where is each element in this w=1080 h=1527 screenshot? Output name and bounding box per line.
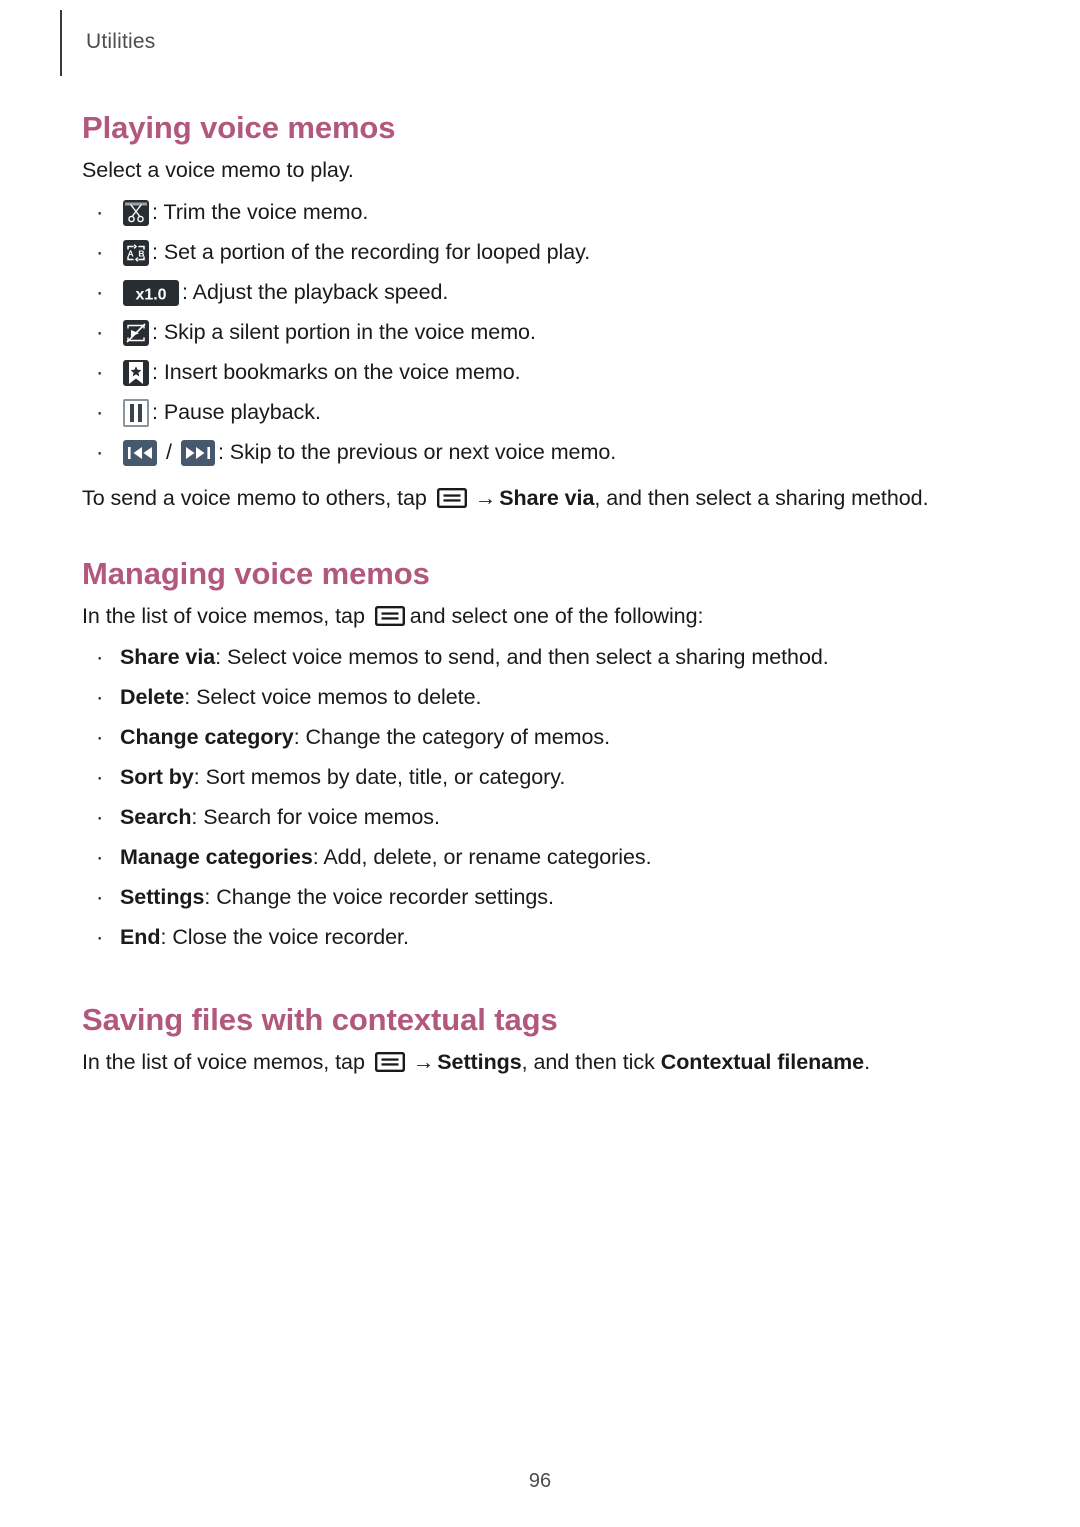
running-header-title: Utilities [86, 29, 156, 53]
pause-icon [123, 399, 149, 428]
list-item: : Pause playback. [82, 393, 982, 433]
page-content: Playing voice memos Select a voice memo … [82, 110, 982, 1074]
option-description: : Search for voice memos. [191, 805, 440, 830]
list-item: Manage categories: Add, delete, or renam… [82, 838, 982, 878]
option-description: : Change the category of memos. [293, 725, 611, 750]
option-term: Sort by [120, 765, 194, 790]
skip-silence-icon [123, 320, 149, 347]
option-term: End [120, 925, 161, 950]
list-item-label: : Skip to the previous or next voice mem… [217, 440, 617, 465]
arrow-glyph: → [412, 1050, 435, 1075]
bookmark-icon [123, 360, 149, 387]
contextual-intro-before: In the list of voice memos, tap [82, 1050, 365, 1075]
list-item: Delete: Select voice memos to delete. [82, 678, 982, 718]
list-item: : Trim the voice memo. [82, 193, 982, 233]
contextual-intro-middle: , and then tick [521, 1050, 661, 1075]
page-number: 96 [528, 1470, 552, 1492]
svg-text:A: A [128, 249, 134, 259]
list-item-label: : Adjust the playback speed. [182, 280, 449, 305]
list-item: Settings: Change the voice recorder sett… [82, 878, 982, 918]
running-header: Utilities [60, 10, 155, 76]
list-item-label: : Trim the voice memo. [152, 200, 369, 225]
share-via-instruction: To send a voice memo to others, tap → Sha… [82, 487, 982, 510]
skip-previous-icon [123, 440, 157, 467]
list-item: Share via: Select voice memos to send, a… [82, 638, 982, 678]
list-item: x1.0 : Adjust the playback speed. [82, 273, 982, 313]
playing-intro-paragraph: Select a voice memo to play. [82, 157, 354, 182]
settings-label: Settings [437, 1050, 522, 1075]
scissors-trim-icon [123, 200, 149, 227]
svg-text:B: B [138, 249, 144, 259]
contextual-tags-instruction: In the list of voice memos, tap → Setting… [82, 1051, 982, 1074]
option-term: Share via [120, 645, 216, 670]
list-item: Change category: Change the category of … [82, 718, 982, 758]
playback-controls-list: : Trim the voice memo. A [82, 193, 982, 473]
option-term: Change category [120, 725, 294, 750]
menu-key-icon [374, 605, 405, 627]
list-item: : Insert bookmarks on the voice memo. [82, 353, 982, 393]
list-item: A B : Set a portion of the recording for… [82, 233, 982, 273]
list-item-label: : Set a portion of the recording for loo… [152, 240, 591, 265]
contextual-intro-end: . [864, 1050, 870, 1075]
option-description: : Add, delete, or rename categories. [312, 845, 652, 870]
skip-next-icon [180, 440, 215, 467]
option-description: : Change the voice recorder settings. [204, 885, 554, 910]
list-item: Sort by: Sort memos by date, title, or c… [82, 758, 982, 798]
list-item-label: : Insert bookmarks on the voice memo. [152, 360, 521, 385]
icon-separator: / [166, 440, 172, 465]
playback-speed-value: x1.0 [136, 287, 167, 304]
playback-speed-x1-icon: x1.0 [123, 280, 179, 307]
list-item: : Skip a silent portion in the voice mem… [82, 313, 982, 353]
header-divider-rule [60, 10, 62, 76]
list-item-label: : Pause playback. [152, 400, 321, 425]
manual-page: Utilities Playing voice memos Select a v… [0, 0, 1080, 1527]
section-title-saving-files-with-contextual-tags: Saving files with contextual tags [82, 1001, 558, 1037]
ab-loop-icon: A B [123, 240, 149, 267]
managing-intro-paragraph: In the list of voice memos, tap and sele… [82, 605, 982, 628]
section-title-managing-voice-memos: Managing voice memos [82, 555, 430, 591]
managing-intro-after: and select one of the following: [409, 604, 704, 629]
option-term: Search [120, 805, 192, 830]
list-item: / : Skip to the previous or next voice m… [82, 433, 982, 473]
arrow-glyph: → [474, 486, 497, 511]
list-item: Search: Search for voice memos. [82, 798, 982, 838]
option-term: Manage categories [120, 845, 313, 870]
option-description: : Select voice memos to send, and then s… [215, 645, 829, 670]
option-description: : Select voice memos to delete. [184, 685, 482, 710]
list-item-label: : Skip a silent portion in the voice mem… [152, 320, 536, 345]
option-description: : Sort memos by date, title, or category… [193, 765, 566, 790]
memo-options-list: Share via: Select voice memos to send, a… [82, 638, 982, 958]
share-via-instruction-after: , and then select a sharing method. [594, 486, 929, 511]
section-title-playing-voice-memos: Playing voice memos [82, 110, 396, 145]
list-item: End: Close the voice recorder. [82, 918, 982, 958]
share-via-label: Share via [499, 486, 595, 511]
menu-key-icon [436, 487, 467, 509]
share-via-instruction-before: To send a voice memo to others, tap [82, 486, 427, 511]
option-description: : Close the voice recorder. [160, 925, 409, 950]
menu-key-icon [374, 1051, 405, 1073]
contextual-filename-label: Contextual filename [660, 1050, 865, 1075]
option-term: Settings [120, 885, 205, 910]
option-term: Delete [120, 685, 185, 710]
managing-intro-before: In the list of voice memos, tap [82, 604, 365, 629]
